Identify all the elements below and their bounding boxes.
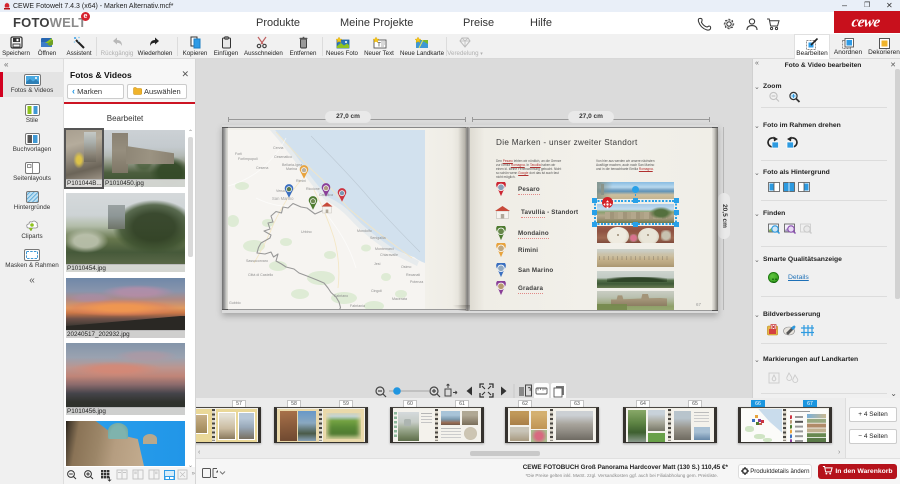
svg-text:T: T bbox=[377, 42, 381, 49]
svg-text:Cesena: Cesena bbox=[256, 166, 268, 170]
svg-text:Città di Castello: Città di Castello bbox=[248, 273, 273, 277]
svg-text:Cesenatico: Cesenatico bbox=[274, 155, 292, 159]
svg-text:Marina: Marina bbox=[286, 167, 297, 171]
svg-text:Urbino: Urbino bbox=[301, 230, 312, 234]
svg-text:Riccione: Riccione bbox=[306, 187, 320, 191]
svg-text:Fabriania: Fabriania bbox=[350, 304, 365, 308]
svg-text:Sassocorvaro: Sassocorvaro bbox=[246, 259, 268, 263]
svg-text:Cervia: Cervia bbox=[273, 146, 283, 150]
svg-text:Potenza: Potenza bbox=[410, 280, 423, 284]
svg-text:Chiaravalle: Chiaravalle bbox=[380, 253, 398, 257]
svg-text:Cingoli: Cingoli bbox=[371, 289, 382, 293]
svg-text:San Marino: San Marino bbox=[272, 196, 294, 201]
svg-text:Recanati: Recanati bbox=[406, 273, 420, 277]
svg-text:Montemarci: Montemarci bbox=[375, 247, 394, 251]
svg-text:Osimo: Osimo bbox=[401, 265, 411, 269]
svg-text:Rimini: Rimini bbox=[296, 179, 306, 183]
svg-text:Macerata: Macerata bbox=[392, 297, 407, 301]
svg-text:Senigallia: Senigallia bbox=[370, 236, 386, 240]
svg-text:Jesi: Jesi bbox=[374, 262, 381, 266]
svg-text:Forlimpopoli: Forlimpopoli bbox=[238, 157, 258, 161]
svg-text:cewe: cewe bbox=[851, 15, 882, 31]
svg-text:Gubbio: Gubbio bbox=[229, 301, 241, 305]
svg-text:Fabriano: Fabriano bbox=[334, 294, 348, 298]
svg-text:Mondolfo: Mondolfo bbox=[357, 229, 372, 233]
svg-text:Forlì: Forlì bbox=[235, 152, 242, 156]
